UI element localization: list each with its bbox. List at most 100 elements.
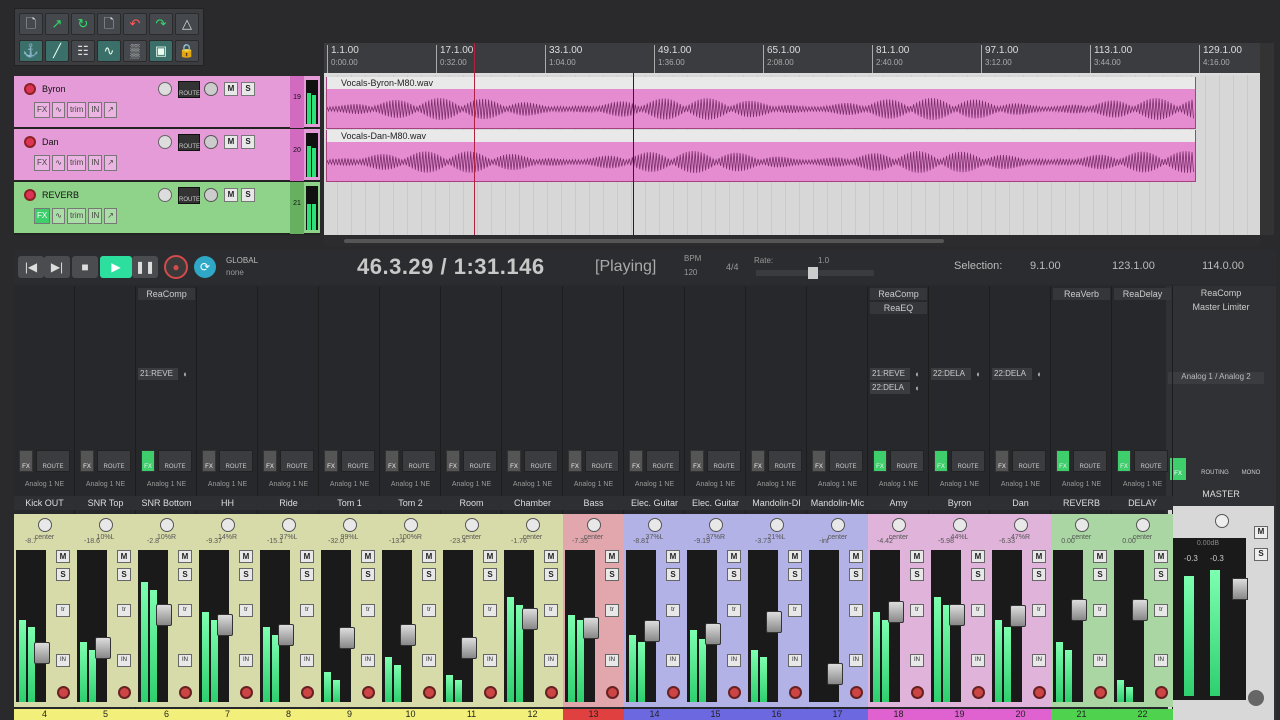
channel-fx-button[interactable]: FX bbox=[934, 450, 948, 472]
solo-button[interactable]: S bbox=[178, 568, 192, 581]
input-button[interactable]: IN bbox=[483, 654, 497, 667]
redo-icon[interactable]: ↷ bbox=[149, 13, 173, 35]
mute-button[interactable]: M bbox=[666, 550, 680, 563]
pan-knob[interactable] bbox=[204, 82, 218, 96]
channel-route-button[interactable]: ROUTE bbox=[707, 450, 741, 472]
channel-fx-button[interactable]: FX bbox=[568, 450, 582, 472]
route-button[interactable]: ROUTE bbox=[178, 81, 200, 98]
monitor-icon[interactable]: ↗ bbox=[104, 208, 117, 224]
ruler-mark[interactable]: 49.1.00 1:36.00 bbox=[654, 45, 691, 73]
new-project-icon[interactable]: 🗋 bbox=[19, 13, 43, 35]
rate-slider-thumb[interactable] bbox=[808, 267, 818, 279]
track-header[interactable]: REVERB ROUTE M S FX ∿ trim IN ↗ 21 bbox=[14, 182, 320, 234]
input-button[interactable]: IN bbox=[971, 654, 985, 667]
channel-input[interactable]: Analog 1 NE bbox=[77, 481, 134, 491]
channel-fx-button[interactable]: FX bbox=[1056, 450, 1070, 472]
ruler-mark[interactable]: 129.1.00 4:16.00 bbox=[1199, 45, 1242, 73]
channel-route-button[interactable]: ROUTE bbox=[1134, 450, 1168, 472]
volume-knob[interactable] bbox=[158, 82, 172, 96]
channel-fx-button[interactable]: FX bbox=[751, 450, 765, 472]
pan-knob[interactable] bbox=[953, 518, 967, 532]
channel-input[interactable]: Analog 1 NE bbox=[748, 481, 805, 491]
trim-button[interactable]: tr bbox=[544, 604, 558, 617]
channel-fx-button[interactable]: FX bbox=[507, 450, 521, 472]
channel-name[interactable]: DELAY bbox=[1112, 496, 1173, 510]
channel-input[interactable]: Analog 1 NE bbox=[809, 481, 866, 491]
channel-route-button[interactable]: ROUTE bbox=[646, 450, 680, 472]
pan-knob[interactable] bbox=[282, 518, 296, 532]
channel-route-button[interactable]: ROUTE bbox=[1073, 450, 1107, 472]
channel-name[interactable]: Bass bbox=[563, 496, 624, 510]
channel-fx-button[interactable]: FX bbox=[690, 450, 704, 472]
envelope-icon[interactable]: ∿ bbox=[52, 102, 65, 118]
channel-name[interactable]: HH bbox=[197, 496, 258, 510]
trim-button[interactable]: tr bbox=[727, 604, 741, 617]
route-button[interactable]: ROUTE bbox=[178, 187, 200, 204]
trim-button[interactable]: tr bbox=[117, 604, 131, 617]
channel-route-button[interactable]: ROUTE bbox=[829, 450, 863, 472]
ruler-mark[interactable]: 1.1.00 0:00.00 bbox=[327, 45, 359, 73]
input-button[interactable]: IN bbox=[1093, 654, 1107, 667]
solo-button[interactable]: S bbox=[239, 568, 253, 581]
solo-button[interactable]: S bbox=[1093, 568, 1107, 581]
record-arm-button[interactable] bbox=[667, 686, 680, 699]
record-arm-button[interactable] bbox=[545, 686, 558, 699]
track-header[interactable]: Dan ROUTE M S FX ∿ trim IN ↗ 20 bbox=[14, 129, 320, 181]
send-knob[interactable]: ◖ bbox=[914, 369, 924, 379]
channel-input[interactable]: Analog 1 NE bbox=[260, 481, 317, 491]
trim-button[interactable]: tr bbox=[300, 604, 314, 617]
channel-name[interactable]: Byron bbox=[929, 496, 990, 510]
master-mono-button[interactable]: MONO bbox=[1236, 470, 1266, 476]
monitor-icon[interactable]: ↗ bbox=[104, 102, 117, 118]
channel-fx-slot[interactable]: ReaDelay bbox=[1114, 288, 1171, 300]
undo-icon[interactable]: ↶ bbox=[123, 13, 147, 35]
channel-fx-button[interactable]: FX bbox=[873, 450, 887, 472]
trim-button[interactable]: tr bbox=[1154, 604, 1168, 617]
volume-fader[interactable] bbox=[583, 616, 599, 639]
input-button[interactable]: IN bbox=[361, 654, 375, 667]
channel-fx-button[interactable]: FX bbox=[202, 450, 216, 472]
vertical-scrollbar[interactable] bbox=[1260, 43, 1274, 235]
pan-knob[interactable] bbox=[648, 518, 662, 532]
channel-route-button[interactable]: ROUTE bbox=[585, 450, 619, 472]
fx-button[interactable]: FX bbox=[34, 208, 51, 224]
trim-button[interactable]: tr bbox=[849, 604, 863, 617]
mute-button[interactable]: M bbox=[361, 550, 375, 563]
envelope-icon[interactable]: ∿ bbox=[97, 40, 121, 62]
pan-knob[interactable] bbox=[1014, 518, 1028, 532]
channel-fx-button[interactable]: FX bbox=[629, 450, 643, 472]
save-project-icon[interactable]: ↻ bbox=[71, 13, 95, 35]
track-lanes[interactable]: Vocals-Byron-M80.wav Vocals-Dan-M80.wav bbox=[324, 75, 1260, 235]
volume-fader[interactable] bbox=[888, 601, 904, 624]
track-header[interactable]: Byron ROUTE M S FX ∿ trim IN ↗ 19 bbox=[14, 76, 320, 128]
volume-fader[interactable] bbox=[766, 611, 782, 634]
pan-knob[interactable] bbox=[526, 518, 540, 532]
solo-button[interactable]: S bbox=[849, 568, 863, 581]
mute-button[interactable]: M bbox=[224, 82, 238, 96]
input-button[interactable]: IN bbox=[422, 654, 436, 667]
input-button[interactable]: IN bbox=[300, 654, 314, 667]
input-button[interactable]: IN bbox=[544, 654, 558, 667]
channel-input[interactable]: Analog 1 NE bbox=[1114, 481, 1171, 491]
channel-input[interactable]: Analog 1 NE bbox=[16, 481, 73, 491]
scroll-thumb[interactable] bbox=[344, 239, 944, 243]
channel-send[interactable]: 22:DELA bbox=[931, 368, 971, 380]
solo-button[interactable]: S bbox=[788, 568, 802, 581]
pan-knob[interactable] bbox=[404, 518, 418, 532]
channel-fx-button[interactable]: FX bbox=[80, 450, 94, 472]
mute-button[interactable]: M bbox=[910, 550, 924, 563]
record-arm-button[interactable] bbox=[1155, 686, 1168, 699]
input-button[interactable]: IN bbox=[88, 102, 103, 118]
selection-end[interactable]: 123.1.00 bbox=[1112, 260, 1155, 272]
trim-button[interactable]: tr bbox=[56, 604, 70, 617]
solo-button[interactable]: S bbox=[971, 568, 985, 581]
volume-fader[interactable] bbox=[95, 637, 111, 660]
solo-button[interactable]: S bbox=[1032, 568, 1046, 581]
channel-fx-button[interactable]: FX bbox=[812, 450, 826, 472]
pause-icon[interactable]: ❚❚ bbox=[132, 256, 158, 278]
record-arm-button[interactable] bbox=[850, 686, 863, 699]
volume-fader[interactable] bbox=[644, 620, 660, 643]
channel-name[interactable]: Mandolin-DI bbox=[746, 496, 807, 510]
channel-input[interactable]: Analog 1 NE bbox=[992, 481, 1049, 491]
channel-name[interactable]: Mandolin-Mic bbox=[807, 496, 868, 510]
